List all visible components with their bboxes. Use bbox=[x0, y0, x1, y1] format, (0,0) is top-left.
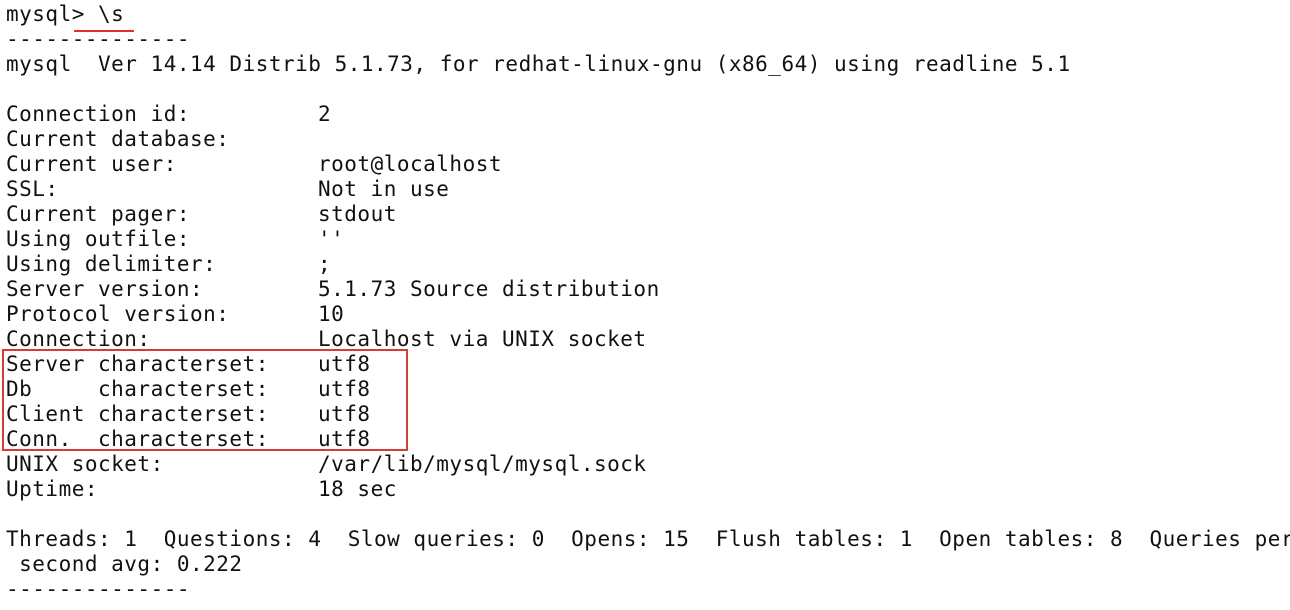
status-value: 2 bbox=[318, 102, 332, 126]
stats-line: Threads: 1 Questions: 4 Slow queries: 0 … bbox=[6, 527, 1290, 551]
version-line: mysql Ver 14.14 Distrib 5.1.73, for redh… bbox=[6, 52, 1071, 76]
status-value: root@localhost bbox=[318, 152, 503, 176]
status-value: 5.1.73 Source distribution bbox=[318, 277, 660, 301]
stats-line-continued: second avg: 0.222 bbox=[6, 552, 243, 576]
status-label: Using delimiter: bbox=[6, 252, 217, 276]
status-label: Connection id: bbox=[6, 102, 191, 126]
characterset-highlight-annotation bbox=[2, 349, 408, 451]
status-value: Not in use bbox=[318, 177, 450, 201]
status-value: 10 bbox=[318, 302, 345, 326]
status-label: Server version: bbox=[6, 277, 204, 301]
status-command: \s bbox=[98, 2, 125, 26]
status-label: UNIX socket: bbox=[6, 452, 164, 476]
status-value: 18 sec bbox=[318, 477, 397, 501]
status-label: SSL: bbox=[6, 177, 59, 201]
status-label: Protocol version: bbox=[6, 302, 230, 326]
command-line: mysql> \s bbox=[6, 2, 124, 27]
separator-top: -------------- bbox=[6, 27, 191, 51]
status-label: Current database: bbox=[6, 127, 230, 151]
status-label: Current pager: bbox=[6, 202, 191, 226]
terminal-window[interactable]: mysql> \s -------------- mysql Ver 14.14… bbox=[0, 0, 1290, 610]
status-label: Using outfile: bbox=[6, 227, 191, 251]
separator-bottom: -------------- bbox=[6, 577, 191, 601]
status-value: '' bbox=[318, 227, 345, 251]
mysql-prompt: mysql> bbox=[6, 2, 85, 26]
status-label: Current user: bbox=[6, 152, 177, 176]
status-value: ; bbox=[318, 252, 332, 276]
status-value: stdout bbox=[318, 202, 397, 226]
status-value: /var/lib/mysql/mysql.sock bbox=[318, 452, 647, 476]
status-label: Uptime: bbox=[6, 477, 99, 501]
